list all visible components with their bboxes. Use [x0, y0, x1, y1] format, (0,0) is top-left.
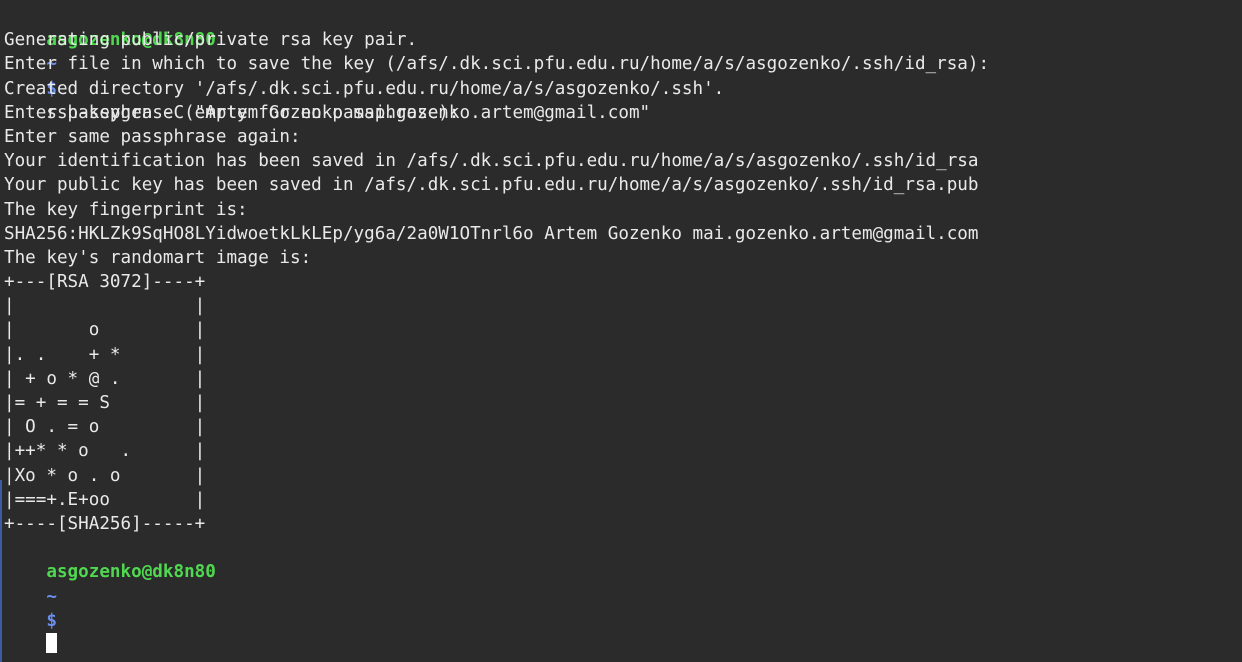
text-cursor[interactable] — [46, 632, 58, 653]
output-line: Created directory '/afs/.dk.sci.pfu.edu.… — [4, 78, 725, 99]
randomart-line: +---[RSA 3072]----+ — [4, 272, 206, 293]
output-line: SHA256:HKLZk9SqHO8LYidwoetkLkLEp/yg6a/2a… — [4, 223, 979, 244]
terminal-window[interactable]: asgozenko@dk8n80 ~ $ ssh-keygen -C "Arte… — [0, 0, 1242, 662]
current-prompt-line[interactable]: asgozenko@dk8n80 ~ $ — [4, 536, 1242, 653]
prompt-user-host: asgozenko@dk8n80 — [46, 562, 216, 583]
randomart-line: |===+.E+oo | — [4, 489, 206, 510]
randomart-line: | o | — [4, 320, 206, 341]
prompt-path: ~ — [46, 586, 57, 607]
command-line: asgozenko@dk8n80 ~ $ ssh-keygen -C "Arte… — [4, 4, 1242, 123]
randomart-line: | | — [4, 296, 206, 317]
randomart-line: |Xo * o . o | — [4, 465, 206, 486]
output-line: Generating public/private rsa key pair. — [4, 30, 418, 51]
randomart-line: +----[SHA256]-----+ — [4, 513, 206, 534]
randomart-line: |= + = = S | — [4, 393, 206, 413]
prompt-symbol: $ — [46, 610, 57, 631]
randomart-line: | O . = o | — [4, 417, 206, 438]
output-line: Your identification has been saved in /a… — [4, 151, 979, 172]
randomart-line: |. . + * | — [4, 344, 206, 365]
output-line: The key's randomart image is: — [4, 247, 312, 268]
output-line: The key fingerprint is: — [4, 199, 248, 220]
randomart-line: | + o * @ . | — [4, 368, 206, 389]
output-line: Your public key has been saved in /afs/.… — [4, 175, 979, 196]
output-line: Enter same passphrase again: — [4, 126, 301, 147]
scroll-indicator[interactable] — [0, 480, 2, 662]
output-line: Enter file in which to save the key (/af… — [4, 54, 990, 75]
randomart-line: |++* * o . | — [4, 441, 206, 462]
